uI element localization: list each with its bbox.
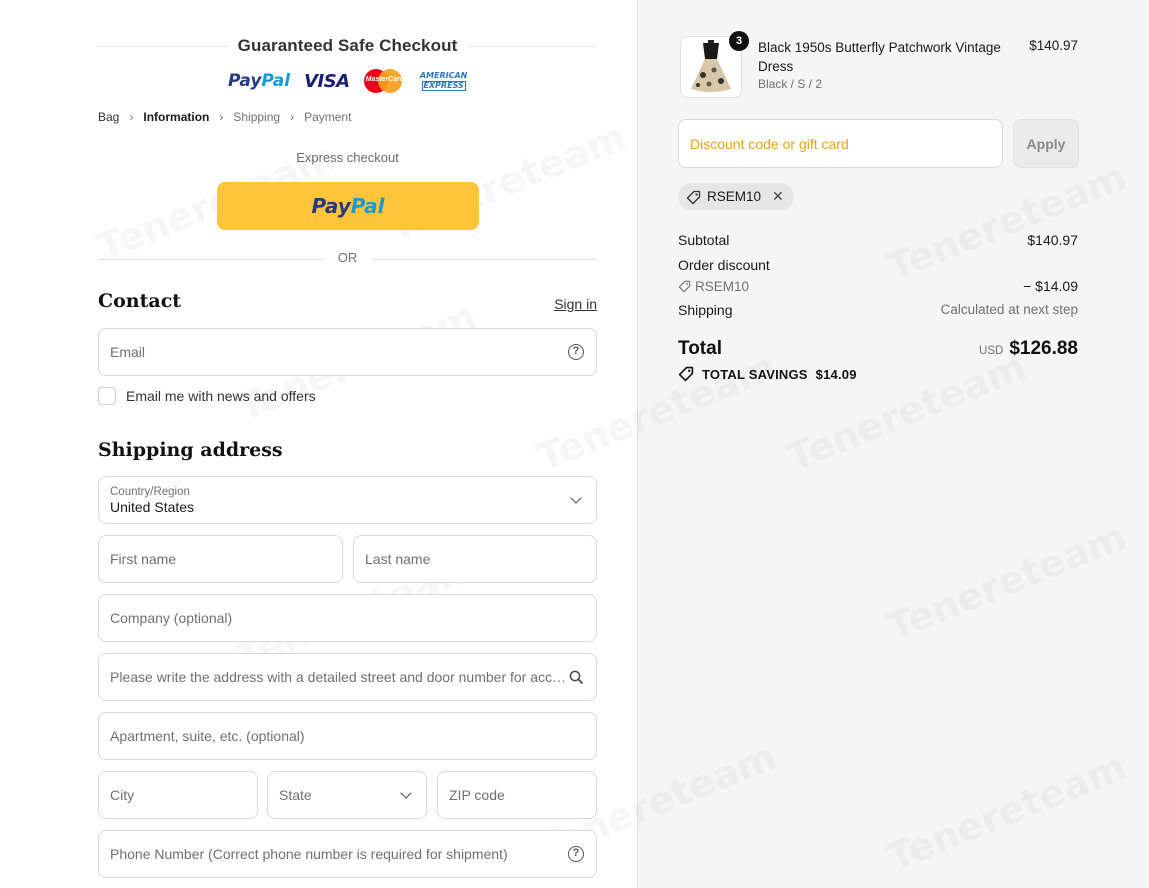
chevron-down-icon [397, 786, 415, 804]
paypal-logo: PayPal [228, 71, 291, 91]
breadcrumb-payment: Payment [304, 110, 352, 124]
guarantee-title: Guaranteed Safe Checkout [229, 36, 466, 56]
discount-placeholder: Discount code or gift card [690, 135, 849, 152]
discount-value: − $14.09 [1023, 278, 1078, 294]
chevron-right-icon: › [129, 110, 134, 124]
product-price: $140.97 [1029, 38, 1078, 53]
shipping-row: Shipping Calculated at next step [678, 302, 1078, 318]
city-field[interactable]: City [98, 771, 258, 819]
tag-icon [686, 190, 701, 204]
close-icon[interactable]: ✕ [772, 188, 784, 205]
subtotal-value: $140.97 [1027, 232, 1078, 248]
tag-icon [678, 366, 694, 382]
applied-discount-chip: RSEM10 ✕ [678, 183, 794, 210]
search-icon [567, 668, 585, 686]
newsletter-checkbox[interactable] [98, 387, 116, 405]
applied-code: RSEM10 [707, 189, 762, 204]
apply-discount-button[interactable]: Apply [1013, 119, 1079, 168]
or-divider: OR [98, 250, 597, 270]
savings-label: TOTAL SAVINGS [702, 366, 808, 382]
first-name-field[interactable]: First name [98, 535, 343, 583]
zip-field[interactable]: ZIP code [437, 771, 597, 819]
total-value: $126.88 [1009, 338, 1078, 359]
total-savings: TOTAL SAVINGS $14.09 [678, 366, 857, 382]
country-label: Country/Region [110, 485, 190, 498]
email-placeholder: Email [110, 344, 146, 360]
total-amount: USD $126.88 [979, 338, 1078, 360]
quantity-badge: 3 [729, 31, 749, 51]
payment-logos: PayPal VISA MasterCard AMERICAN EXPRESS [228, 68, 472, 94]
sign-in-link[interactable]: Sign in [554, 296, 597, 312]
subtotal-row: Subtotal $140.97 [678, 232, 1078, 248]
apartment-field[interactable]: Apartment, suite, etc. (optional) [98, 712, 597, 760]
newsletter-option[interactable]: Email me with news and offers [98, 387, 316, 405]
shipping-heading: Shipping address [98, 439, 283, 461]
amex-logo: AMERICAN EXPRESS [419, 71, 468, 91]
discount-code-input[interactable]: Discount code or gift card [678, 119, 1003, 168]
state-select[interactable]: State [267, 771, 427, 819]
help-icon[interactable]: ? [567, 343, 585, 361]
chevron-right-icon: › [290, 110, 295, 124]
company-field[interactable]: Company (optional) [98, 594, 597, 642]
shipping-value: Calculated at next step [940, 302, 1078, 317]
newsletter-label: Email me with news and offers [126, 388, 316, 404]
help-icon[interactable]: ? [567, 845, 585, 863]
paypal-express-button[interactable]: Pay Pal [217, 182, 479, 230]
breadcrumb-shipping: Shipping [233, 110, 281, 124]
chevron-down-icon [567, 491, 585, 509]
product-thumbnail: 3 [680, 31, 749, 98]
tag-icon [678, 280, 691, 292]
order-discount-row: Order discount [678, 257, 770, 273]
chevron-right-icon: › [219, 110, 224, 124]
or-label: OR [327, 250, 368, 265]
savings-value: $14.09 [815, 366, 857, 382]
guarantee-banner: Guaranteed Safe Checkout [98, 36, 597, 58]
address-field[interactable]: Please write the address with a detailed… [98, 653, 597, 701]
total-label: Total [678, 338, 722, 359]
product-name: Black 1950s Butterfly Patchwork Vintage … [758, 40, 1001, 74]
contact-heading: Contact [98, 290, 182, 312]
breadcrumb-information: Information [143, 110, 210, 124]
breadcrumb: Bag › Information › Shipping › Payment [98, 110, 351, 124]
express-checkout-label: Express checkout [296, 150, 399, 165]
product-variant: Black / S / 2 [758, 77, 823, 91]
currency-code: USD [979, 345, 1004, 357]
last-name-field[interactable]: Last name [353, 535, 597, 583]
country-select[interactable]: Country/Region United States [98, 476, 597, 524]
country-value: United States [110, 498, 195, 515]
mastercard-logo: MasterCard [363, 69, 404, 93]
email-field[interactable]: Email ? [98, 328, 597, 376]
phone-field[interactable]: Phone Number (Correct phone number is re… [98, 830, 597, 878]
discount-code-row: RSEM10 − $14.09 [678, 278, 1078, 294]
visa-logo: VISA [304, 70, 350, 92]
discount-code-label: RSEM10 [695, 278, 750, 294]
breadcrumb-bag[interactable]: Bag [98, 110, 119, 124]
